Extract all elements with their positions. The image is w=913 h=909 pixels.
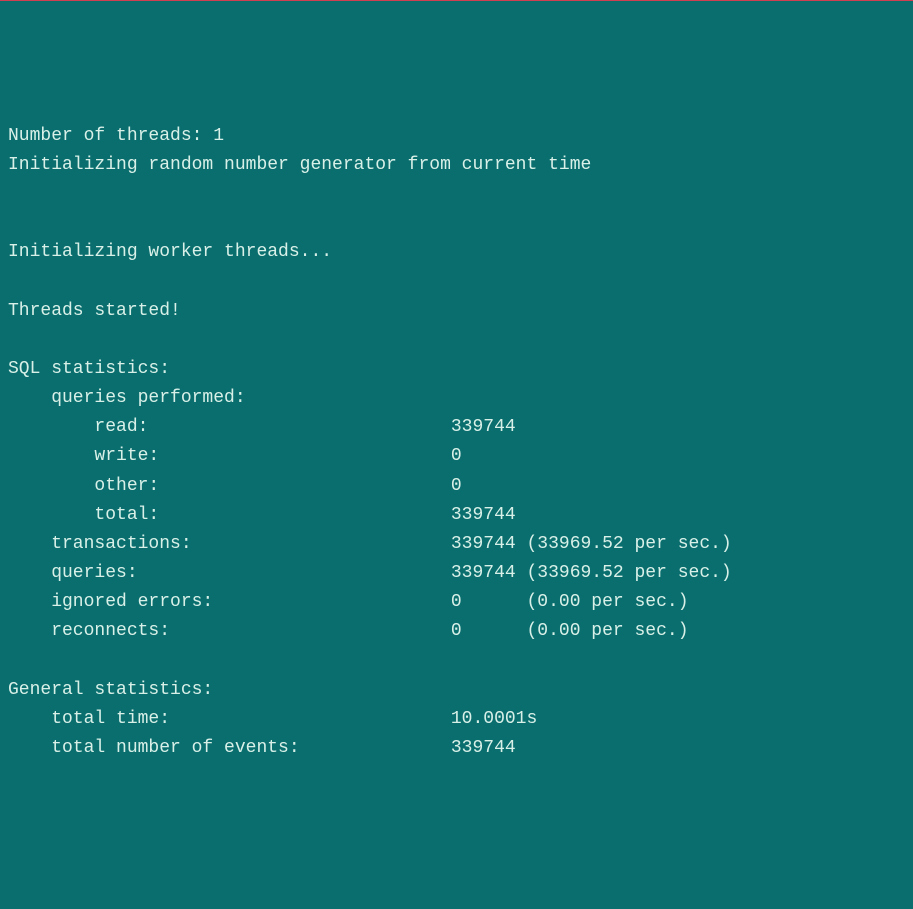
threads-line: Number of threads: 1 — [8, 126, 224, 146]
terminal-output: Number of threads: 1 Initializing random… — [8, 122, 905, 763]
init-workers-line: Initializing worker threads... — [8, 242, 332, 262]
total-stat-line: total: 339744 — [8, 505, 516, 525]
ignored-errors-line: ignored errors: 0 (0.00 per sec.) — [8, 592, 689, 612]
other-stat-line: other: 0 — [8, 476, 462, 496]
init-rng-line: Initializing random number generator fro… — [8, 155, 591, 175]
threads-started-line: Threads started! — [8, 301, 181, 321]
sql-stats-header: SQL statistics: — [8, 359, 170, 379]
transactions-line: transactions: 339744 (33969.52 per sec.) — [8, 534, 732, 554]
total-events-line: total number of events: 339744 — [8, 738, 516, 758]
total-time-line: total time: 10.0001s — [8, 709, 537, 729]
general-stats-header: General statistics: — [8, 680, 213, 700]
reconnects-line: reconnects: 0 (0.00 per sec.) — [8, 621, 689, 641]
write-stat-line: write: 0 — [8, 446, 462, 466]
queries-performed-header: queries performed: — [8, 388, 246, 408]
read-stat-line: read: 339744 — [8, 417, 516, 437]
queries-line: queries: 339744 (33969.52 per sec.) — [8, 563, 732, 583]
